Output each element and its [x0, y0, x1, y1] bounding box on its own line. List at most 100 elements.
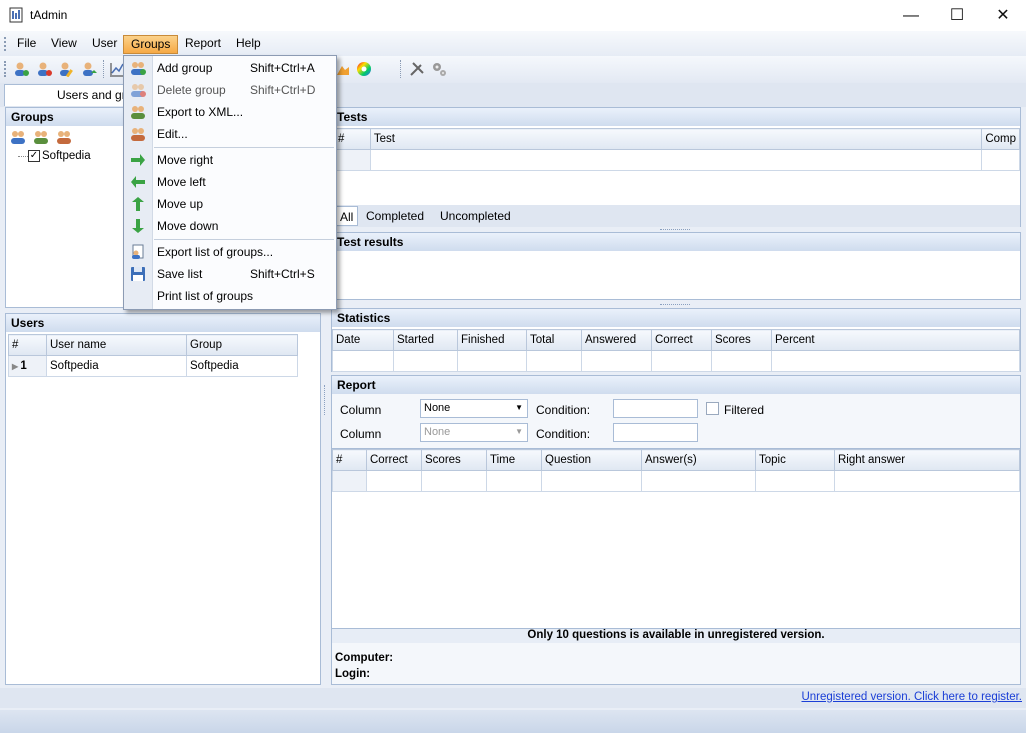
delete-group-icon — [131, 84, 146, 97]
groups-dropdown-menu: Add group Shift+Ctrl+A Delete group Shif… — [123, 55, 337, 310]
menu-item-label: Delete group — [157, 83, 226, 97]
menu-item-move-down[interactable]: Move down — [124, 215, 336, 237]
report-col-correct[interactable]: Correct — [366, 449, 422, 471]
close-button[interactable]: ✕ — [980, 0, 1026, 31]
tests-col-num[interactable]: # — [334, 128, 371, 150]
menu-item-move-up[interactable]: Move up — [124, 193, 336, 215]
menubar-grip — [4, 37, 6, 51]
report-col-topic[interactable]: Topic — [755, 449, 835, 471]
filtered-checkbox[interactable] — [706, 402, 719, 415]
menu-item-label: Move right — [157, 153, 214, 167]
stats-col-finished[interactable]: Finished — [457, 329, 527, 351]
menu-help[interactable]: Help — [229, 35, 268, 54]
group-checkbox[interactable]: ✓ — [28, 150, 40, 162]
minimize-button[interactable]: — — [888, 0, 934, 31]
report-icon[interactable] — [335, 61, 351, 77]
tools-icon[interactable] — [409, 61, 425, 77]
users-col-name[interactable]: User name — [46, 334, 187, 356]
vertical-splitter-grip[interactable] — [324, 385, 327, 415]
report-title: Report — [332, 376, 1020, 394]
report-col-scores[interactable]: Scores — [421, 449, 487, 471]
column-label: Column — [340, 427, 382, 441]
condition-input-1[interactable] — [613, 399, 698, 418]
maximize-button[interactable]: ☐ — [934, 0, 980, 31]
arrow-left-icon — [131, 176, 145, 188]
stats-col-correct[interactable]: Correct — [651, 329, 712, 351]
toolbar-grip — [4, 61, 6, 77]
chevron-down-icon: ▼ — [515, 427, 523, 436]
menu-item-label: Save list — [157, 267, 203, 281]
menu-item-print-list[interactable]: Print list of groups — [124, 285, 336, 307]
table-row[interactable] — [332, 350, 1020, 372]
menu-view[interactable]: View — [44, 35, 84, 54]
cell-group: Softpedia — [186, 355, 298, 377]
filter-tab-completed[interactable]: Completed — [366, 209, 424, 223]
menu-item-edit[interactable]: Edit... — [124, 123, 336, 145]
menu-item-export-xml[interactable]: Export to XML... — [124, 101, 336, 123]
users-col-group[interactable]: Group — [186, 334, 298, 356]
delete-user-icon[interactable] — [36, 61, 52, 77]
stats-col-total[interactable]: Total — [526, 329, 582, 351]
edit-user-icon[interactable] — [58, 61, 74, 77]
menu-groups[interactable]: Groups — [123, 35, 179, 54]
move-user-icon[interactable] — [81, 61, 97, 77]
menu-report[interactable]: Report — [178, 35, 228, 54]
edit-group-icon — [131, 128, 145, 141]
table-row[interactable] — [332, 470, 1020, 492]
menu-item-label: Move up — [157, 197, 204, 211]
settings-gears-icon[interactable] — [431, 61, 447, 77]
menu-item-save-list[interactable]: Save list Shift+Ctrl+S — [124, 263, 336, 285]
color-wheel-icon[interactable] — [356, 61, 372, 77]
users-col-num[interactable]: # — [8, 334, 47, 356]
stats-col-started[interactable]: Started — [393, 329, 458, 351]
test-results-panel: Test results — [331, 232, 1021, 300]
menu-item-label: Print list of groups — [157, 289, 254, 303]
stats-col-answered[interactable]: Answered — [581, 329, 652, 351]
stats-col-date[interactable]: Date — [332, 329, 394, 351]
condition-input-2[interactable] — [613, 423, 698, 442]
login-label: Login: — [335, 668, 371, 680]
menu-item-shortcut: Shift+Ctrl+D — [250, 83, 316, 97]
edit-group-icon[interactable] — [56, 129, 72, 145]
tests-col-test[interactable]: Test — [369, 128, 983, 150]
menu-item-move-left[interactable]: Move left — [124, 171, 336, 193]
report-col-time[interactable]: Time — [486, 449, 542, 471]
chevron-down-icon: ▼ — [515, 403, 523, 412]
column-combo-2[interactable]: None ▼ — [420, 423, 528, 442]
add-group-icon[interactable] — [10, 129, 26, 145]
filter-tab-uncompleted[interactable]: Uncompleted — [440, 209, 511, 223]
table-row[interactable] — [334, 149, 1020, 171]
delete-group-icon[interactable] — [33, 129, 49, 145]
menu-item-add-group[interactable]: Add group Shift+Ctrl+A — [124, 57, 336, 79]
column-combo-1[interactable]: None ▼ — [420, 399, 528, 418]
statistics-title: Statistics — [332, 309, 1020, 327]
column-label: Column — [340, 403, 382, 417]
report-col-num[interactable]: # — [332, 449, 367, 471]
users-panel-title: Users — [6, 314, 320, 332]
menu-user[interactable]: User — [85, 35, 124, 54]
menu-file[interactable]: File — [10, 35, 43, 54]
menu-item-delete-group[interactable]: Delete group Shift+Ctrl+D — [124, 79, 336, 101]
export-xml-icon — [131, 106, 145, 119]
report-panel: Report Column None ▼ Condition: Filtered … — [331, 375, 1021, 685]
report-col-question[interactable]: Question — [541, 449, 642, 471]
report-col-answers[interactable]: Answer(s) — [641, 449, 756, 471]
stats-col-scores[interactable]: Scores — [711, 329, 772, 351]
tests-col-comp[interactable]: Comp — [981, 128, 1020, 150]
filter-tab-all[interactable]: All — [334, 206, 358, 226]
menu-item-shortcut: Shift+Ctrl+A — [250, 61, 315, 75]
table-row[interactable]: ▶ 1 Softpedia Softpedia — [8, 355, 298, 377]
tests-panel: Tests # Test Comp All Completed Uncomple… — [331, 107, 1021, 227]
arrow-right-icon — [131, 154, 145, 166]
splitter-grip[interactable] — [660, 229, 690, 233]
stats-col-percent[interactable]: Percent — [771, 329, 1020, 351]
bottom-bar — [0, 710, 1026, 733]
register-link[interactable]: Unregistered version. Click here to regi… — [801, 691, 1022, 703]
add-user-icon[interactable] — [13, 61, 29, 77]
menu-item-move-right[interactable]: Move right — [124, 149, 336, 171]
arrow-up-icon — [132, 197, 144, 211]
report-col-right-answer[interactable]: Right answer — [834, 449, 1020, 471]
tree-item-softpedia[interactable]: Softpedia — [42, 150, 91, 162]
menu-item-export-list[interactable]: Export list of groups... — [124, 241, 336, 263]
toolbar-separator — [400, 60, 401, 78]
